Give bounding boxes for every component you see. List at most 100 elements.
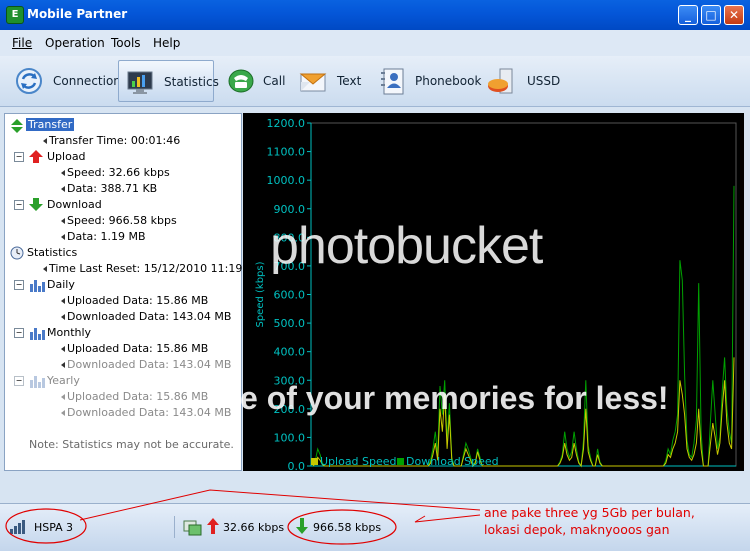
y-tick-label: 400.0 xyxy=(274,346,306,359)
maximize-button[interactable]: □ xyxy=(701,5,721,25)
status-upload-speed: 32.66 kbps xyxy=(223,521,285,534)
phonebook-icon xyxy=(381,68,404,95)
tree-daily[interactable]: Daily xyxy=(47,277,75,293)
title-bar: E Mobile Partner _ □ ✕ xyxy=(0,0,750,30)
download-arrow-icon xyxy=(296,518,308,534)
y-tick-label: 600.0 xyxy=(274,289,306,302)
bullet-icon xyxy=(61,218,65,224)
watermark-photobucket: photobucket xyxy=(270,217,543,275)
envelope-icon xyxy=(299,73,327,92)
toolbar-phonebook[interactable]: Phonebook xyxy=(372,60,481,102)
tree-download[interactable]: Download xyxy=(47,197,102,213)
toolbar-call-label: Call xyxy=(263,74,286,88)
minimize-button[interactable]: _ xyxy=(678,5,698,25)
y-tick-label: 0.0 xyxy=(288,460,306,471)
bullet-icon xyxy=(43,138,47,144)
tree-download-speed: Speed: 966.58 kbps xyxy=(67,214,177,227)
y-tick-label: 1100.0 xyxy=(267,146,306,159)
bar-chart-icon xyxy=(30,328,45,340)
y-tick-label: 1000.0 xyxy=(267,174,306,187)
watermark-tagline: e of your memories for less! xyxy=(240,380,669,416)
statistics-note: Note: Statistics may not be accurate. xyxy=(29,438,234,451)
annotation-line-1: ane pake three yg 5Gb per bulan, xyxy=(484,505,695,520)
bullet-icon xyxy=(43,266,47,272)
bullet-icon xyxy=(61,234,65,240)
bullet-icon xyxy=(61,346,65,352)
tree-upload[interactable]: Upload xyxy=(47,149,86,165)
menu-bar: File Operation Tools Help xyxy=(0,30,750,56)
tree-monthly-downloaded: Downloaded Data: 143.04 MB xyxy=(67,358,232,371)
toolbar-ussd-label: USSD xyxy=(527,74,561,88)
toolbar-text-label: Text xyxy=(337,74,362,88)
bar-chart-icon xyxy=(30,376,45,388)
toolbar-connection[interactable]: Connection xyxy=(8,60,121,102)
collapse-icon[interactable]: − xyxy=(14,200,24,210)
toolbar-connection-label: Connection xyxy=(53,74,121,88)
annotation-line-2: lokasi depok, maknyooos gan xyxy=(484,522,670,537)
legend-swatch xyxy=(397,458,404,465)
y-tick-label: 500.0 xyxy=(274,317,306,330)
statistics-tree: Transfer Transfer Time: 00:01:46 − Uploa… xyxy=(4,113,260,471)
tree-upload-speed: Speed: 32.66 kbps xyxy=(67,166,170,179)
menu-operation[interactable]: Operation xyxy=(45,36,105,50)
statistics-icon xyxy=(127,71,153,94)
bullet-icon xyxy=(61,170,65,176)
tree-yearly[interactable]: Yearly xyxy=(47,373,80,389)
tree-daily-downloaded: Downloaded Data: 143.04 MB xyxy=(67,310,232,323)
collapse-icon[interactable]: − xyxy=(14,376,24,386)
main-area: Transfer Transfer Time: 00:01:46 − Uploa… xyxy=(4,113,744,473)
toolbar-statistics[interactable]: Statistics xyxy=(118,60,219,102)
close-button[interactable]: ✕ xyxy=(724,5,744,25)
toolbar-ussd[interactable]: USSD xyxy=(480,60,562,102)
tree-monthly[interactable]: Monthly xyxy=(47,325,91,341)
toolbar-statistics-label: Statistics xyxy=(164,75,219,89)
bar-chart-icon xyxy=(30,280,45,292)
signal-strength-icon xyxy=(10,520,25,534)
upload-arrow-icon xyxy=(207,518,219,534)
ussd-icon xyxy=(488,68,513,94)
status-bar: HSPA 3 32.66 kbps 966.58 kbps ane pake t… xyxy=(0,503,750,551)
bullet-icon xyxy=(61,410,65,416)
menu-tools[interactable]: Tools xyxy=(111,36,141,50)
collapse-icon[interactable]: − xyxy=(14,280,24,290)
collapse-icon[interactable]: − xyxy=(14,328,24,338)
tree-yearly-downloaded: Downloaded Data: 143.04 MB xyxy=(67,406,232,419)
menu-help[interactable]: Help xyxy=(153,36,180,50)
user-annotation: ane pake three yg 5Gb per bulan, lokasi … xyxy=(484,504,695,538)
connection-icon xyxy=(16,68,42,94)
bullet-icon xyxy=(61,394,65,400)
legend-label: Download Speed xyxy=(406,455,499,468)
tree-transfer-time: Transfer Time: 00:01:46 xyxy=(49,134,181,147)
y-tick-label: 1200.0 xyxy=(267,117,306,130)
tree-daily-uploaded: Uploaded Data: 15.86 MB xyxy=(67,294,209,307)
tree-last-reset: Time Last Reset: 15/12/2010 11:19:58 xyxy=(49,262,261,275)
toolbar: Connection Statistics Call Text Phoneboo… xyxy=(0,56,750,107)
legend-label: Upload Speed xyxy=(320,455,397,468)
connection-status-icon xyxy=(183,520,202,536)
network-type: HSPA xyxy=(34,521,63,534)
toolbar-call[interactable]: Call xyxy=(220,60,286,102)
tree-statistics[interactable]: Statistics xyxy=(27,245,77,261)
window-title: Mobile Partner xyxy=(27,7,128,21)
separator xyxy=(174,516,175,538)
y-tick-label: 900.0 xyxy=(274,203,306,216)
toolbar-text[interactable]: Text xyxy=(292,60,362,102)
app-logo-icon: E xyxy=(6,6,24,24)
network-signal: 3 xyxy=(66,521,73,534)
status-download-speed: 966.58 kbps xyxy=(313,521,382,534)
transfer-icon xyxy=(11,119,23,133)
speed-chart: 0.0 100.0 200.0 300.0 400.0 500.0 600.0 700.0 80… xyxy=(243,113,744,473)
upload-arrow-icon xyxy=(29,150,43,163)
tree-monthly-uploaded: Uploaded Data: 15.86 MB xyxy=(67,342,209,355)
clock-icon xyxy=(10,246,24,260)
download-arrow-icon xyxy=(29,198,43,211)
bullet-icon xyxy=(61,362,65,368)
bullet-icon xyxy=(61,186,65,192)
tree-transfer[interactable]: Transfer xyxy=(26,117,75,133)
tree-upload-data: Data: 388.71 KB xyxy=(67,182,158,195)
tree-yearly-uploaded: Uploaded Data: 15.86 MB xyxy=(67,390,209,403)
menu-file[interactable]: File xyxy=(12,36,32,50)
tree-download-data: Data: 1.19 MB xyxy=(67,230,146,243)
bullet-icon xyxy=(61,314,65,320)
collapse-icon[interactable]: − xyxy=(14,152,24,162)
